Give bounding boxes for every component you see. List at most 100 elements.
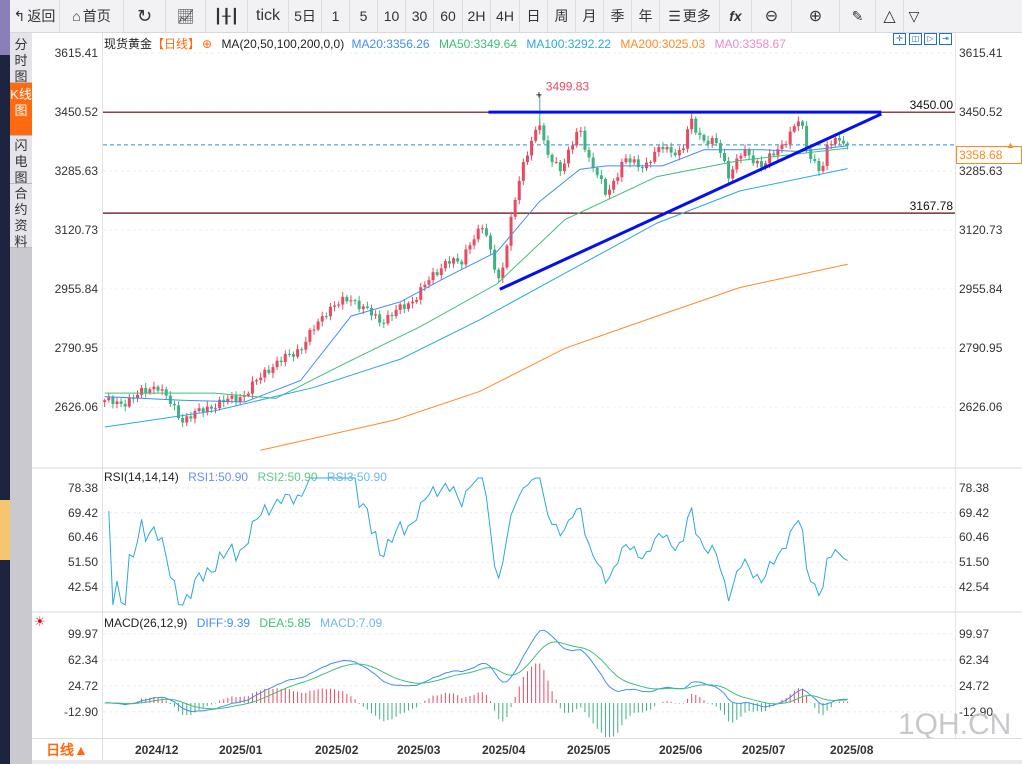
period-select-button[interactable]: 日线▲ (32, 739, 103, 761)
candle-body (571, 145, 575, 150)
step-forward-button[interactable]: ▷ (924, 33, 937, 45)
candle (497, 267, 501, 282)
candle-body (365, 306, 369, 308)
candle (234, 391, 238, 406)
candle-body (722, 152, 726, 161)
candle-body (805, 125, 809, 149)
ma20-line (104, 145, 848, 403)
candle-body (103, 400, 107, 403)
candle (472, 234, 476, 250)
fit-button[interactable]: ◫ (909, 33, 922, 45)
ma100-value: MA100:3292.22 (526, 37, 612, 51)
candle-body (246, 393, 250, 396)
candle (813, 154, 817, 164)
month-label: 2025/07 (742, 743, 786, 757)
candle (140, 384, 144, 399)
candle-body (657, 146, 661, 152)
candle-body (160, 389, 164, 391)
candle (415, 297, 419, 304)
candle-body (255, 380, 259, 382)
candle-body (312, 329, 316, 331)
candle-body (517, 180, 521, 200)
candle-body (279, 360, 283, 362)
time-axis: 日线▲ 2024/12 2025/01 2025/02 2025/03 2025/04 2… (32, 738, 1022, 761)
candle (649, 160, 653, 168)
candle-body (111, 397, 115, 405)
candle (189, 411, 193, 422)
go-end-button[interactable]: ⇥ (939, 33, 952, 45)
period-label: 【日线】 (152, 37, 201, 51)
candle-body (427, 280, 431, 285)
candle (152, 381, 156, 395)
candle-body (250, 381, 254, 394)
candle-body (275, 360, 279, 368)
candle-body (431, 272, 435, 281)
candle-body (575, 131, 579, 146)
candle-body (710, 137, 714, 145)
candle (825, 141, 829, 171)
candle (686, 126, 690, 153)
candle-body (558, 162, 562, 172)
candle-body (653, 151, 657, 162)
dea-line (104, 641, 848, 710)
candle (714, 133, 718, 147)
candle (706, 135, 710, 149)
candle-body (833, 137, 837, 145)
candle (267, 365, 271, 375)
candle (172, 400, 176, 411)
rsi1-value: RSI1:50.90 (188, 470, 249, 484)
candle (837, 134, 841, 146)
sun-icon[interactable]: ☀ (34, 614, 46, 630)
candle-body (333, 305, 337, 307)
candle (612, 178, 616, 194)
candle (591, 152, 595, 173)
candle (665, 144, 669, 153)
candle (562, 158, 566, 175)
candle-body (673, 152, 677, 156)
candle-body (435, 272, 439, 276)
candle-body (209, 406, 213, 409)
candle (636, 154, 640, 172)
candle (616, 172, 620, 185)
candle-body (554, 162, 558, 164)
candle-body (443, 261, 447, 269)
candle (287, 349, 291, 357)
crosshair-button[interactable]: ✛ (893, 33, 906, 45)
candle (431, 267, 435, 286)
candle-body (144, 387, 148, 393)
candle-body (394, 309, 398, 317)
candle (800, 119, 804, 129)
candle-body (472, 239, 476, 246)
candle (411, 296, 415, 309)
candle (279, 356, 283, 367)
candle-body (201, 408, 205, 413)
candle-body (386, 314, 390, 324)
candle (136, 390, 140, 402)
candle (312, 324, 316, 335)
candle (554, 157, 558, 164)
candle (599, 170, 603, 184)
candle-body (341, 296, 345, 305)
candle (300, 347, 304, 355)
candle (525, 151, 529, 165)
candle (739, 153, 743, 164)
candle-body (509, 216, 513, 246)
candle (796, 116, 800, 132)
candle (435, 268, 439, 277)
chart-canvas[interactable]: 3450.00 3167.78 +3499.83 (0, 0, 1022, 764)
candle (419, 282, 423, 305)
candle-body (259, 377, 263, 381)
candle-body (759, 161, 763, 168)
settings-icon[interactable]: ⊕ (202, 37, 212, 51)
candle (353, 298, 357, 305)
candle-body (185, 416, 189, 423)
candle (620, 158, 624, 182)
candle (558, 159, 562, 177)
candle (755, 159, 759, 168)
candle-body (361, 306, 365, 310)
candle (809, 146, 813, 164)
candle-body (772, 153, 776, 156)
candle (681, 144, 685, 154)
candle (817, 157, 821, 176)
candle (156, 384, 160, 394)
